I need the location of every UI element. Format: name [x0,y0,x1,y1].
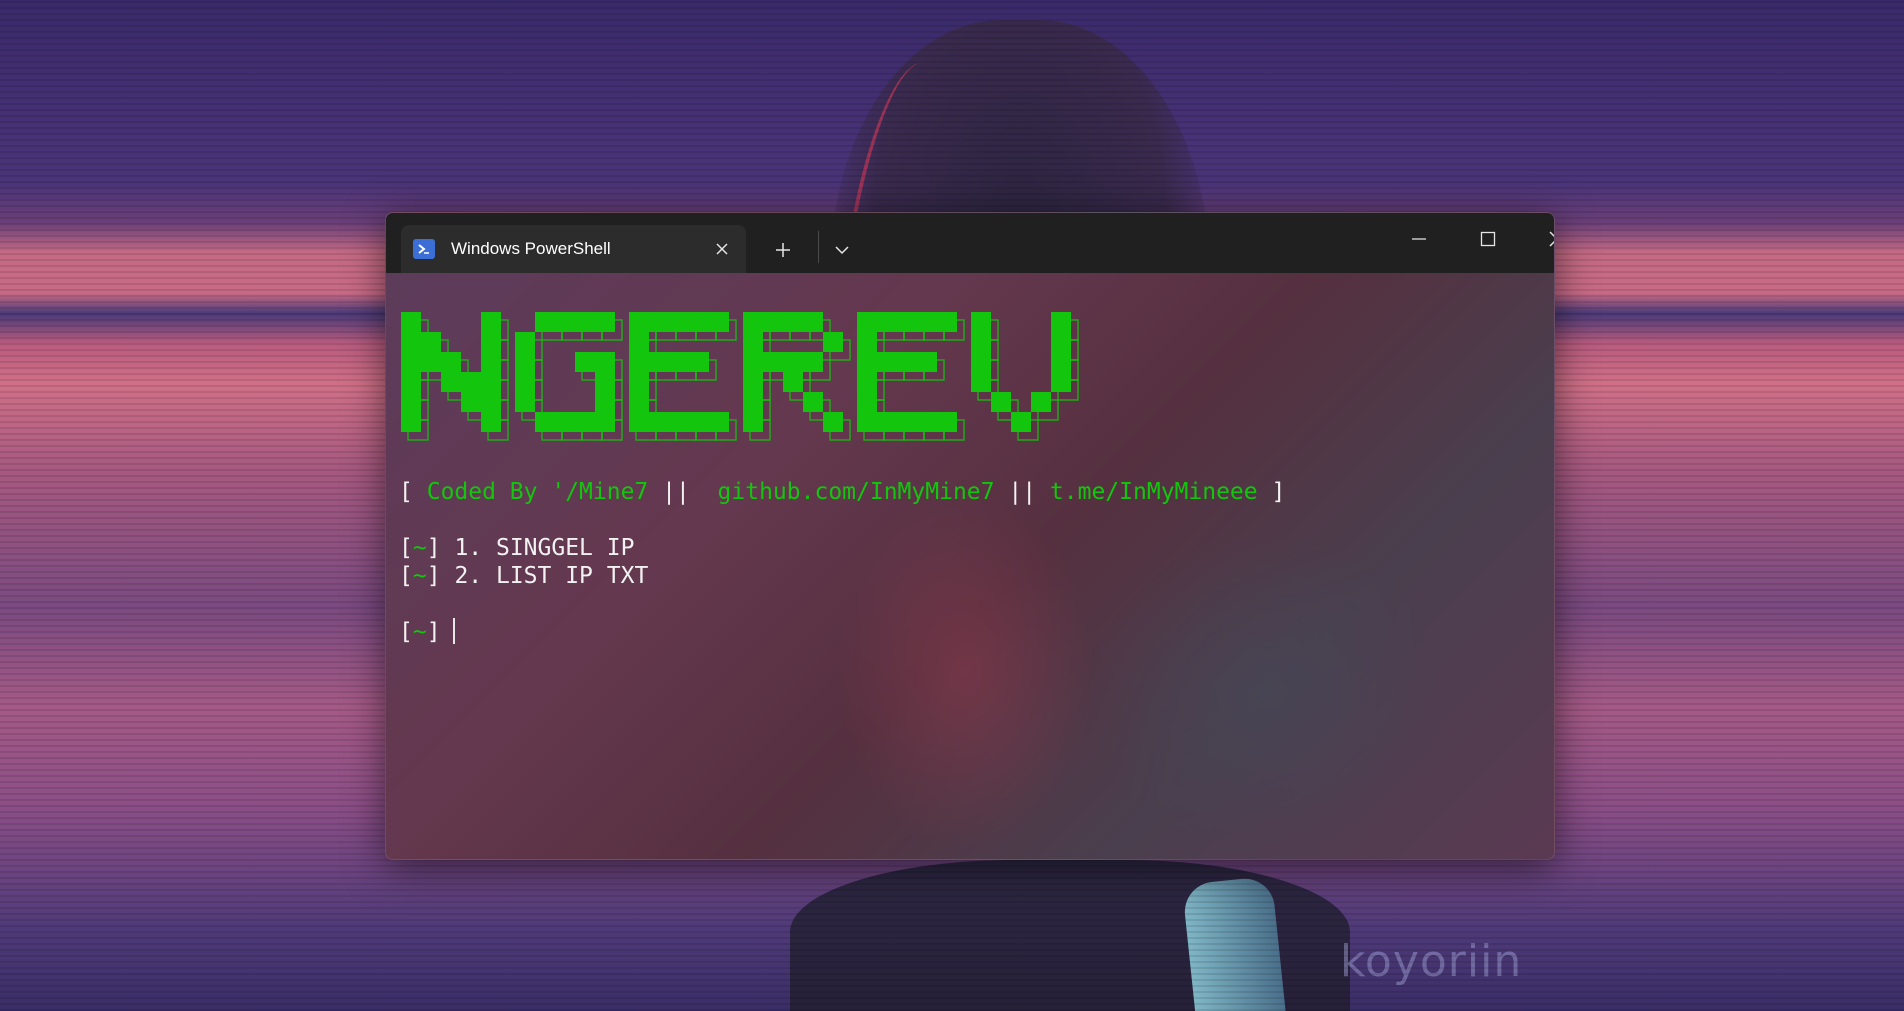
title-bar[interactable]: Windows PowerShell [386,213,1554,273]
banner-letter-v [971,312,1079,441]
terminal-output[interactable]: [ Coded By '/Mine7 || github.com/InMyMin… [399,308,1554,859]
wallpaper-body [790,860,1350,1011]
banner-letter-g [515,312,623,441]
input-prompt[interactable]: [~] [399,618,1554,646]
credits-author: Coded By '/Mine7 [426,479,649,505]
wallpaper-arm [1181,875,1289,1011]
banner-letter-r [743,312,851,441]
credits-telegram: t.me/InMyMineee [1049,479,1258,505]
close-tab-icon[interactable] [708,235,736,263]
maximize-button[interactable] [1465,221,1511,257]
menu-item: [~] 2. LIST IP TXT [399,563,649,589]
banner-letter-e [629,312,737,441]
new-tab-button[interactable] [766,235,800,265]
banner-letter-n [401,312,509,441]
ascii-banner [399,308,1554,476]
credits-line: [ Coded By '/Mine7 || github.com/InMyMin… [399,479,1286,505]
close-window-button[interactable] [1534,221,1554,257]
chevron-down-icon[interactable] [826,235,858,265]
banner-letter-e [857,312,965,441]
powershell-icon [413,239,435,259]
text-cursor [452,618,455,644]
menu-item: [~] 1. SINGGEL IP [399,535,635,561]
menu-list: [~] 1. SINGGEL IP [~] 2. LIST IP TXT [399,534,1554,590]
tab-separator [818,231,819,263]
ascii-banner-art [401,312,1079,441]
terminal-window[interactable]: Windows PowerShell [ Coded By '/Mine7 ||… [385,212,1555,860]
wallpaper-watermark: koyoriin [1340,936,1523,987]
tab-title: Windows PowerShell [451,239,611,258]
minimize-button[interactable] [1396,221,1442,257]
tab-windows-powershell[interactable]: Windows PowerShell [401,225,746,273]
credits-github: github.com/InMyMine7 [717,479,995,505]
